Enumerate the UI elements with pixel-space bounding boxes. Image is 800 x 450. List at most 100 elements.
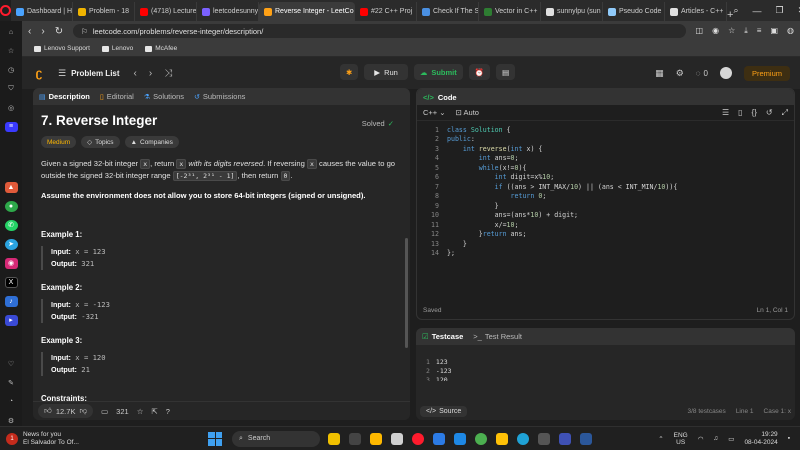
auto-toggle[interactable]: ⊡ Auto — [456, 108, 479, 117]
tab-solutions[interactable]: ⚗ Solutions — [144, 92, 184, 101]
minimize-button[interactable]: — — [752, 6, 761, 16]
avatar[interactable] — [719, 67, 732, 79]
news-widget[interactable]: 1 News for you El Salvador To Of... — [0, 431, 150, 447]
edit-icon[interactable]: ✎ — [5, 377, 18, 388]
history-icon[interactable]: ◷ — [5, 65, 18, 76]
premium-button[interactable]: Premium — [743, 65, 790, 81]
whatsapp-icon[interactable]: ✆ — [4, 219, 18, 231]
browser-tab[interactable]: Check If The S — [417, 2, 479, 21]
wifi-icon[interactable]: ◠ — [698, 435, 704, 443]
notes-icon[interactable]: ☰ — [722, 108, 729, 118]
like-button[interactable]: 👍︎ 12.7K 👎︎ — [38, 404, 94, 418]
browser-tab[interactable]: Dashboard | H — [11, 2, 73, 21]
bookmark-lenovo[interactable]: Lenovo — [101, 45, 133, 52]
bookmark-lenovo-support[interactable]: Lenovo Support — [34, 45, 90, 52]
language-indicator[interactable]: ENG US — [674, 432, 688, 446]
download-icon[interactable]: ⤓ — [744, 26, 748, 36]
shield-icon[interactable]: ⛉ — [5, 84, 18, 95]
x-twitter-icon[interactable]: X — [4, 276, 18, 288]
leetcode-logo-icon[interactable]: ʗ — [32, 66, 46, 80]
tab-editorial[interactable]: ▯ Editorial — [100, 92, 134, 101]
send-icon[interactable]: ▸ — [4, 314, 18, 326]
battery-icon[interactable]: ▭ — [728, 435, 734, 443]
site-info-icon[interactable]: ⚐ — [81, 27, 88, 36]
settings-icon[interactable]: ⚙ — [5, 415, 18, 426]
chat-icon[interactable]: ● — [4, 200, 18, 212]
telegram-icon[interactable]: ➤ — [4, 238, 18, 250]
prev-problem-icon[interactable]: ‹ — [134, 68, 137, 79]
tab-description[interactable]: ▤ Description — [39, 92, 90, 101]
opera-icon[interactable] — [412, 432, 424, 445]
next-problem-icon[interactable]: › — [149, 68, 152, 79]
bookmark-mcafee[interactable]: McAfee — [145, 45, 177, 52]
maximize-button[interactable]: ❐ — [775, 5, 783, 16]
volume-icon[interactable]: ♫ — [713, 435, 718, 442]
sticky-app-icon[interactable] — [328, 432, 340, 445]
bookmark-star-icon[interactable]: ☆ — [728, 26, 735, 36]
app-icon[interactable]: ▲ — [4, 182, 18, 193]
clock[interactable]: 19:29 08-04-2024 — [744, 431, 777, 447]
menu-icon[interactable]: ≡ — [757, 26, 762, 36]
problem-list-button[interactable]: ☰ Problem List — [58, 68, 120, 79]
star-icon[interactable]: ☆ — [5, 46, 18, 57]
browser-tab[interactable]: Articles - C++ — [665, 2, 727, 21]
notes-button[interactable]: ▤ — [496, 64, 516, 80]
workspace-icon[interactable]: ≡ — [4, 121, 18, 133]
app-icon[interactable] — [559, 432, 571, 445]
ai-icon[interactable]: ◎ — [5, 103, 18, 114]
back-icon[interactable]: ‹ — [28, 26, 31, 37]
browser-tab[interactable]: #22 C++ Proj — [355, 2, 417, 21]
tab-submissions[interactable]: ↺ Submissions — [194, 92, 245, 101]
browser-tab[interactable]: leetcodesunny — [197, 2, 259, 21]
debug-button[interactable]: ✱ — [340, 64, 359, 80]
taskbar-search[interactable]: ⌕ Search — [232, 430, 320, 447]
comment-icon[interactable]: ▭ — [101, 407, 108, 416]
reset-icon[interactable]: ↺ — [766, 108, 773, 118]
tab-testcase[interactable]: ☑ Testcase — [422, 332, 463, 341]
favorite-star-icon[interactable]: ☆ — [137, 407, 144, 416]
run-button[interactable]: ▶ Run — [364, 64, 408, 80]
instagram-icon[interactable]: ◉ — [4, 257, 18, 269]
opera-logo-icon[interactable] — [0, 0, 11, 21]
forward-icon[interactable]: › — [41, 26, 44, 37]
chrome-icon[interactable] — [475, 432, 487, 445]
code-editor[interactable]: 1 class Solution { 2 public: 3 int reverse… — [417, 125, 794, 297]
store-icon[interactable] — [538, 432, 550, 445]
player-icon[interactable]: ♪ — [4, 295, 18, 307]
url-field[interactable]: ⚐ leetcode.com/problems/reverse-integer/… — [73, 24, 686, 38]
reload-icon[interactable]: ↻ — [55, 26, 63, 37]
expand-icon[interactable]: ⤢ — [782, 108, 788, 118]
file-explorer-icon[interactable] — [370, 432, 382, 445]
explorer-icon[interactable] — [391, 432, 403, 445]
camera-icon[interactable]: ◉ — [712, 26, 719, 36]
layout-icon[interactable]: ▦ — [655, 68, 664, 79]
browser-tab[interactable]: Pseudo Code — [603, 2, 665, 21]
browser-tab[interactable]: Vector in C++ — [479, 2, 541, 21]
browser-tab[interactable]: Reverse Integer - LeetCo✕ — [259, 2, 355, 21]
thumbs-down-icon[interactable]: 👎︎ — [79, 406, 87, 416]
clock-icon[interactable]: ◔ — [5, 396, 18, 407]
topics-button[interactable]: ◇ Topics — [81, 136, 120, 148]
language-select[interactable]: C++ ⌄ — [423, 108, 446, 117]
wallet-icon[interactable]: ▣ — [770, 26, 778, 36]
notifications-icon[interactable]: ▪ — [788, 435, 790, 442]
profile-icon[interactable]: ◍ — [787, 26, 794, 36]
tab-test-result[interactable]: >_ Test Result — [473, 332, 522, 341]
chevron-up-icon[interactable]: ⌃ — [658, 435, 663, 443]
help-icon[interactable]: ? — [166, 407, 170, 416]
edge-icon[interactable] — [517, 432, 529, 445]
app-icon[interactable] — [454, 432, 466, 445]
browser-tab[interactable]: sunnylpu (sun — [541, 2, 603, 21]
shuffle-icon[interactable]: ⤨ — [164, 68, 172, 79]
folder-icon[interactable] — [496, 432, 508, 445]
browser-tab[interactable]: (4718) Lecture — [135, 2, 197, 21]
word-icon[interactable] — [580, 432, 592, 445]
browser-tab[interactable]: Problem - 18 — [73, 2, 135, 21]
braces-icon[interactable]: {} — [752, 108, 757, 118]
home-icon[interactable]: ⌂ — [5, 27, 18, 38]
source-button[interactable]: </> Source — [420, 405, 468, 417]
companies-button[interactable]: ▲ Companies — [124, 136, 179, 148]
scrollbar[interactable] — [405, 238, 408, 348]
task-view-icon[interactable] — [349, 432, 361, 445]
share-icon[interactable]: ⇱ — [151, 407, 157, 416]
